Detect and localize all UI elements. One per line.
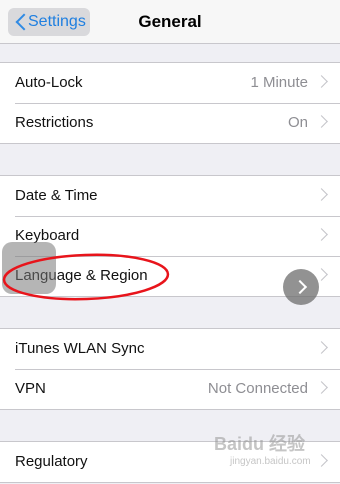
- highlight-ellipse: [2, 253, 170, 301]
- watermark-url: jingyan.baidu.com: [230, 456, 311, 467]
- baidu-watermark: Baidu 经验 jingyan.baidu.com: [214, 430, 334, 480]
- watermark-logo: Baidu 经验: [214, 434, 306, 454]
